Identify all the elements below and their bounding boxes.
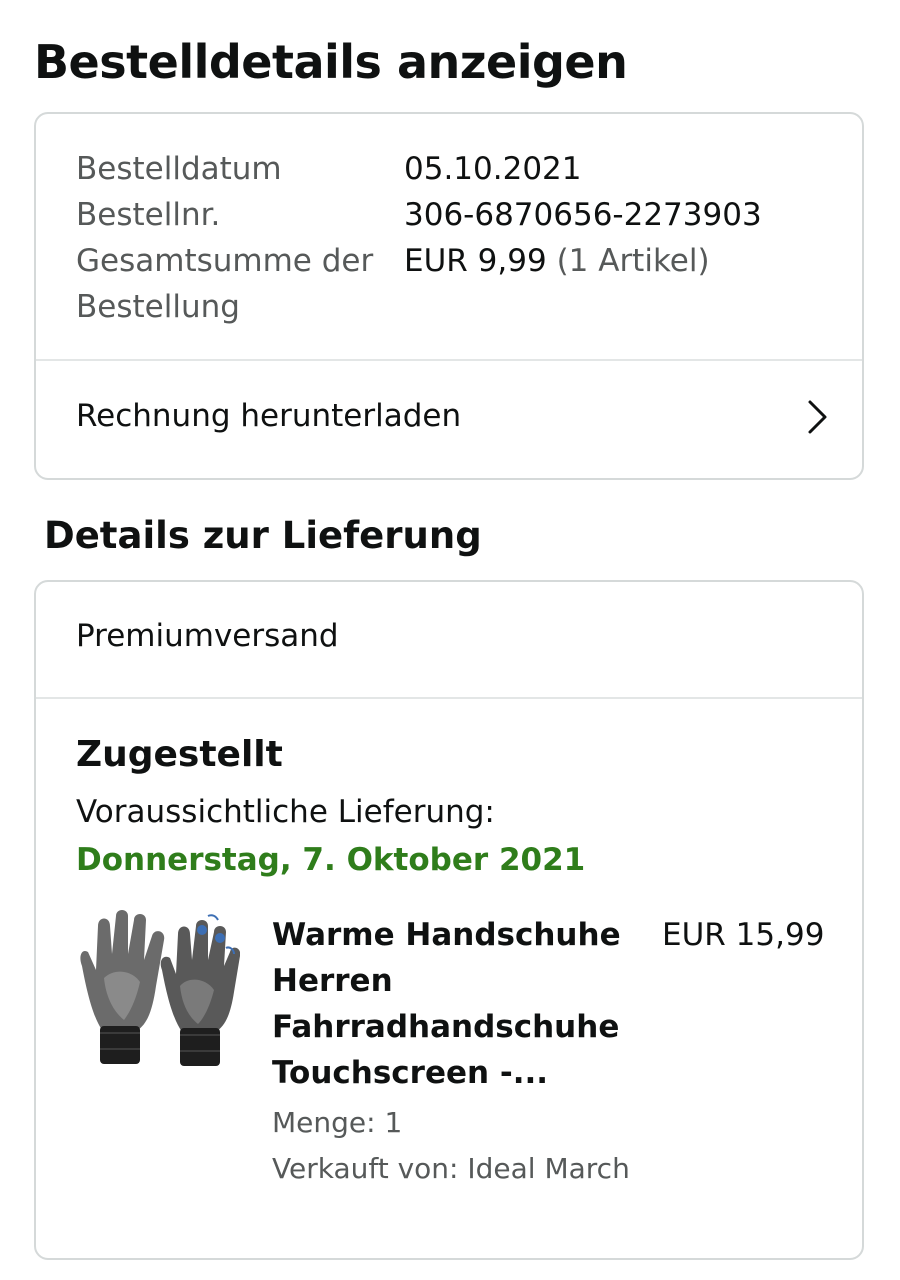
page-title: Bestelldetails anzeigen bbox=[34, 35, 628, 89]
product-quantity: Menge: 1 bbox=[272, 1106, 403, 1139]
delivery-card: Premiumversand Zugestellt Voraussichtlic… bbox=[34, 580, 864, 1260]
order-total-row: Gesamtsumme der Bestellung EUR 9,99 (1 A… bbox=[76, 238, 836, 330]
shipping-type: Premiumversand bbox=[76, 618, 339, 654]
order-item-count: (1 Artikel) bbox=[556, 243, 710, 279]
delivery-card-divider bbox=[36, 697, 862, 699]
delivery-section-title: Details zur Lieferung bbox=[44, 514, 482, 557]
product-seller: Verkauft von: Ideal March bbox=[272, 1152, 630, 1185]
chevron-right-icon bbox=[808, 400, 827, 434]
product-title-link[interactable]: Warme Handschuhe Herren Fahrradhandschuh… bbox=[272, 912, 632, 1096]
order-summary-card: Bestelldatum 05.10.2021 Bestellnr. 306-6… bbox=[34, 112, 864, 480]
order-total-label: Gesamtsumme der Bestellung bbox=[76, 243, 374, 325]
gloves-product-image[interactable] bbox=[74, 908, 240, 1072]
download-invoice-link[interactable]: Rechnung herunterladen bbox=[36, 361, 862, 478]
order-total-amount: EUR 9,99 bbox=[404, 243, 547, 279]
estimated-delivery-label: Voraussichtliche Lieferung: bbox=[76, 794, 495, 830]
order-date-value: 05.10.2021 bbox=[404, 151, 582, 187]
order-date-label: Bestelldatum bbox=[76, 151, 282, 187]
order-number-label: Bestellnr. bbox=[76, 197, 221, 233]
order-number-value: 306-6870656-2273903 bbox=[404, 197, 762, 233]
delivery-status: Zugestellt bbox=[76, 734, 283, 775]
order-info-list: Bestelldatum 05.10.2021 Bestellnr. 306-6… bbox=[76, 146, 836, 330]
order-number-row: Bestellnr. 306-6870656-2273903 bbox=[76, 192, 836, 238]
product-price: EUR 15,99 bbox=[662, 917, 825, 953]
download-invoice-label: Rechnung herunterladen bbox=[76, 398, 462, 434]
order-total-value: EUR 9,99 (1 Artikel) bbox=[404, 238, 710, 284]
order-date-row: Bestelldatum 05.10.2021 bbox=[76, 146, 836, 192]
estimated-delivery-date: Donnerstag, 7. Oktober 2021 bbox=[76, 842, 586, 878]
